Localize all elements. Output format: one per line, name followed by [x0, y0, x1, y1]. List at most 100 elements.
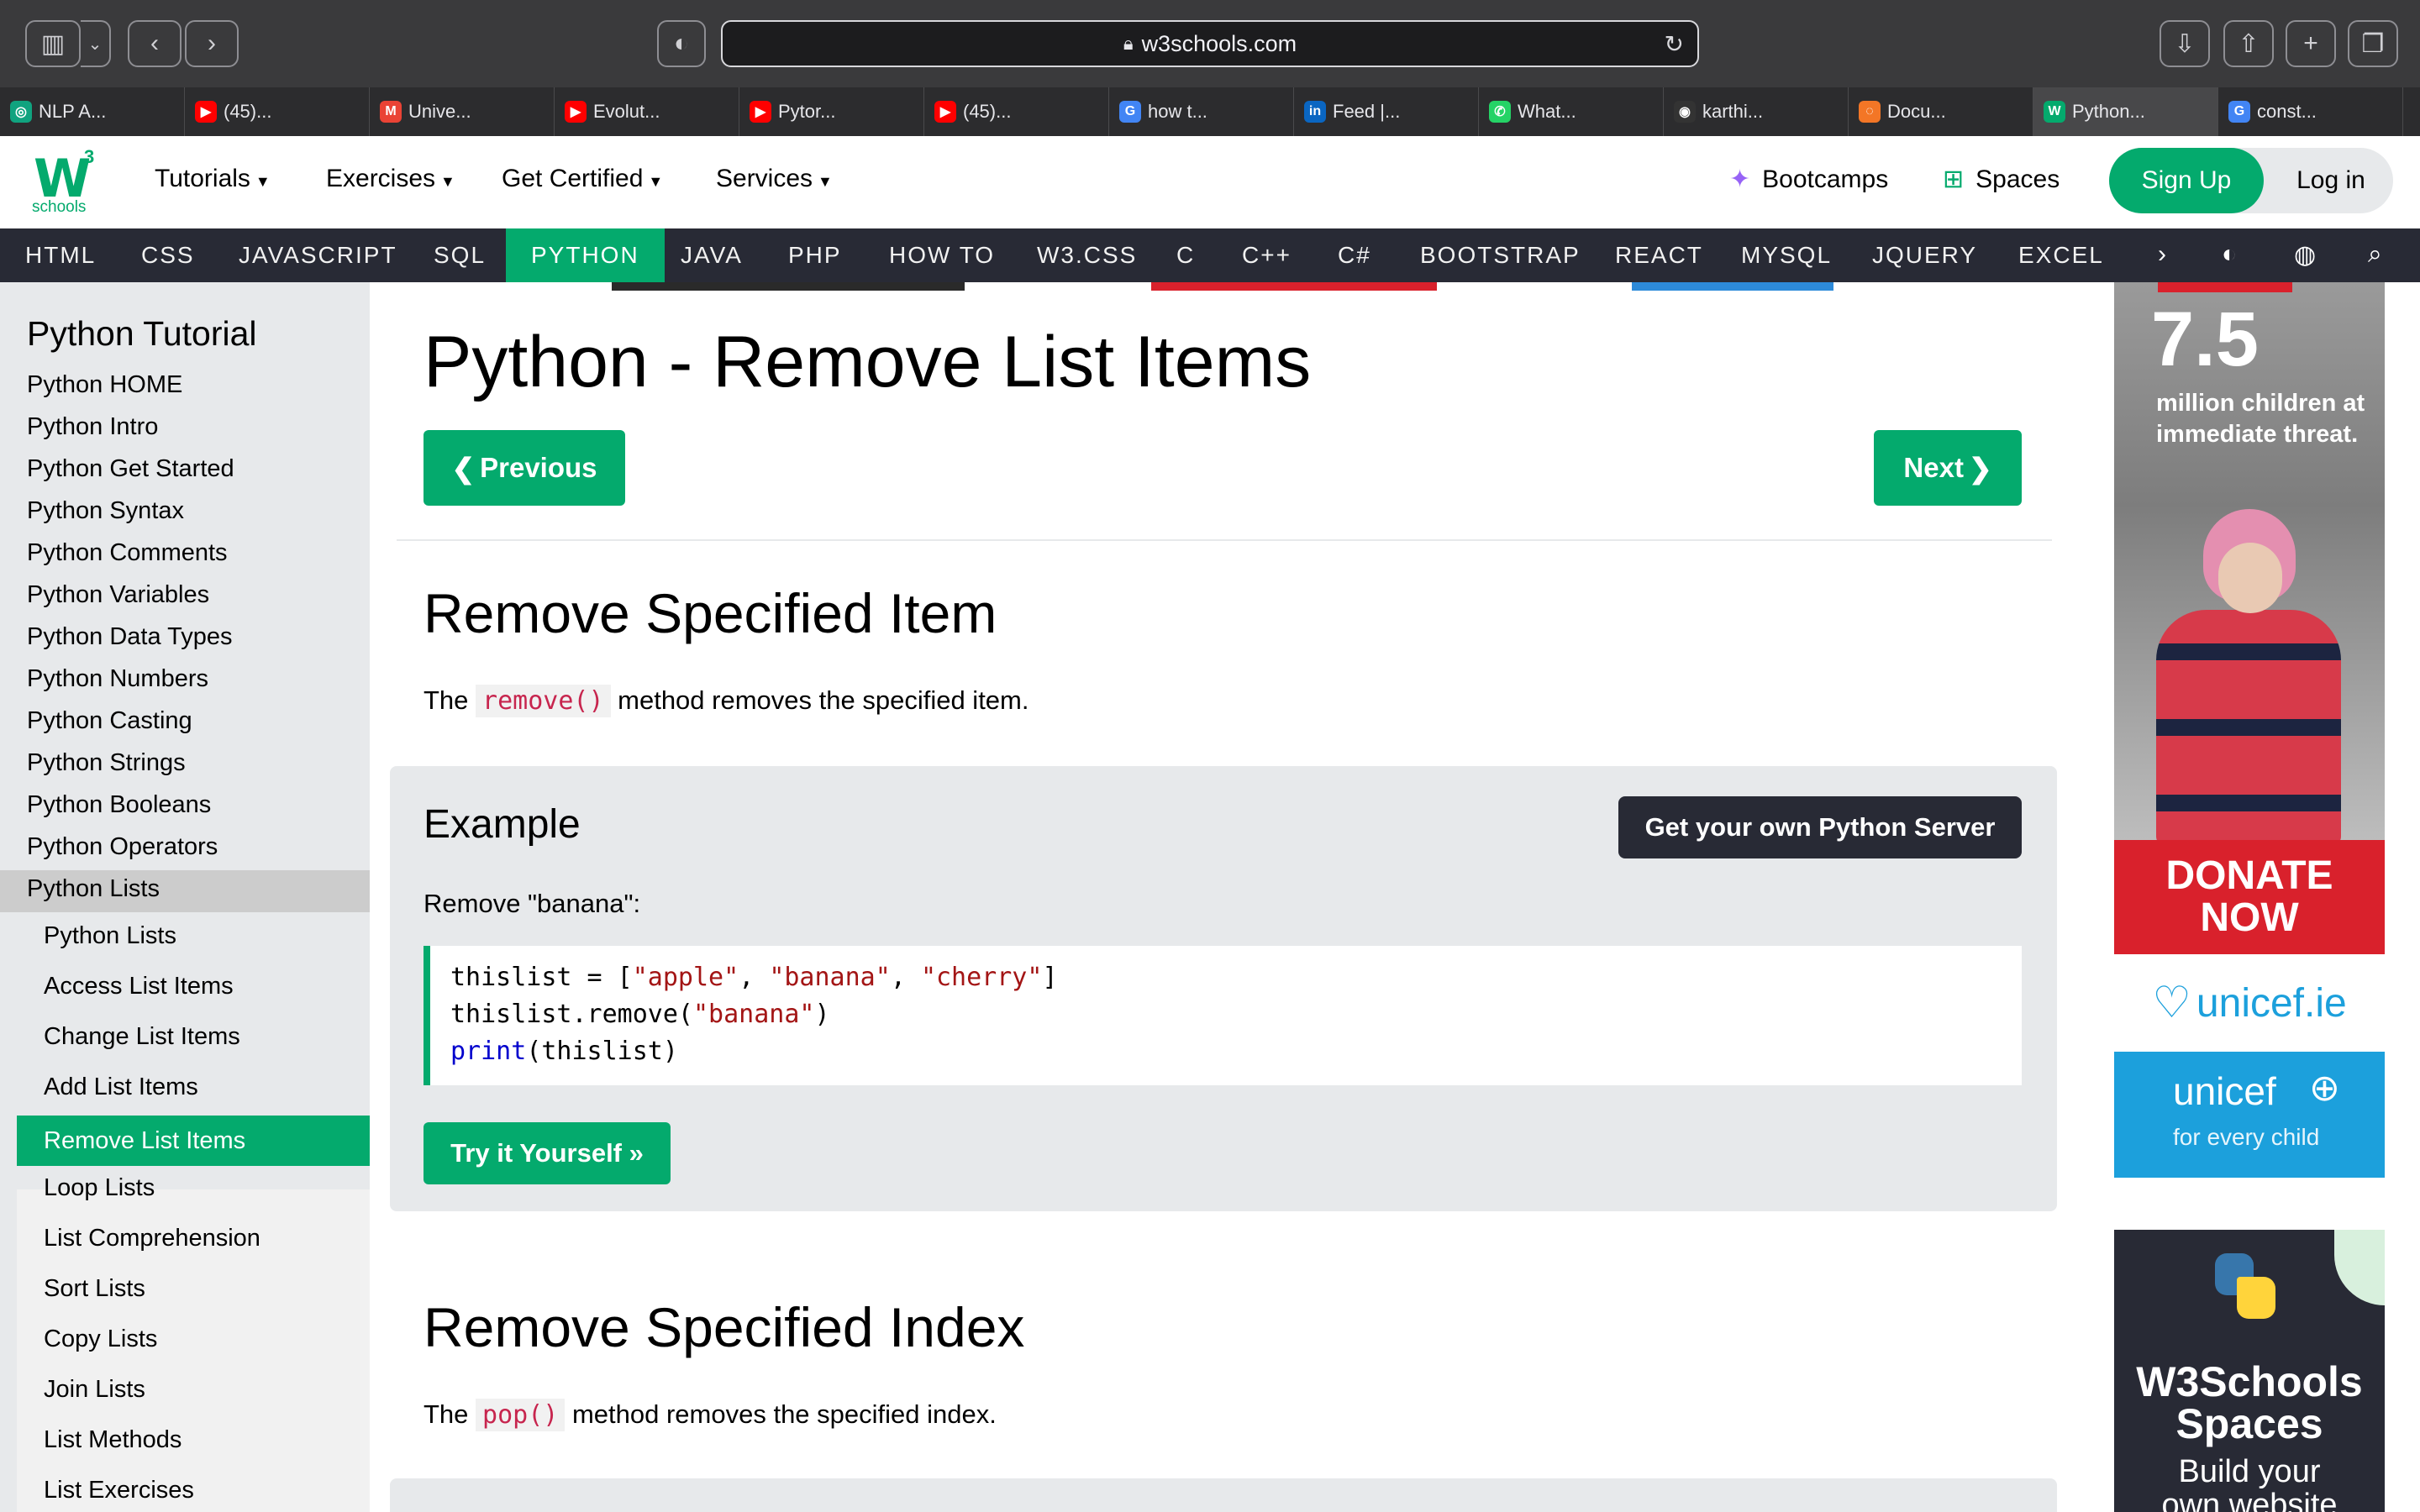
sub-item[interactable]: Copy Lists — [44, 1326, 157, 1353]
nav-exercises[interactable]: Exercises ▼ — [326, 165, 455, 193]
donate-now-button[interactable]: DONATE NOW — [2114, 840, 2385, 954]
unicef-site-banner[interactable]: ♡ unicef.ie — [2114, 954, 2385, 1052]
unicef-brand-banner[interactable]: unicef ⊕ for every child — [2114, 1052, 2385, 1178]
browser-tab[interactable]: W Python... — [2033, 87, 2218, 136]
sidebar-item[interactable]: Python Booleans — [27, 791, 211, 819]
search-icon[interactable]: ⌕ — [2368, 240, 2382, 269]
spaces-ad-subtitle: Build your own website — [2114, 1455, 2385, 1512]
unicef-globe-icon: ⊕ — [2309, 1068, 2340, 1109]
signup-button[interactable]: Sign Up — [2109, 148, 2264, 213]
sidebar-item[interactable]: Python Variables — [27, 581, 209, 609]
address-bar[interactable]: 🔒︎ w3schools.com ↻ — [721, 20, 1699, 67]
topic-bootstrap[interactable]: BOOTSTRAP — [1420, 228, 1581, 282]
browser-tab[interactable]: ◉ karthi... — [1664, 87, 1849, 136]
code-string: "apple" — [632, 963, 739, 992]
youtube-icon: ▶ — [750, 101, 771, 123]
browser-tab[interactable]: ▶ Pytor... — [739, 87, 924, 136]
sidebar-item[interactable]: Python HOME — [27, 371, 182, 399]
browser-tab[interactable]: ▶ (45)... — [924, 87, 1109, 136]
sub-item-active[interactable]: Remove List Items — [17, 1116, 370, 1166]
topic-css[interactable]: CSS — [141, 228, 195, 282]
sidebar-item[interactable]: Python Numbers — [27, 665, 208, 693]
previous-button[interactable]: ❮ Previous — [424, 430, 625, 506]
sidebar-item[interactable]: Python Comments — [27, 539, 228, 567]
sidebar-item[interactable]: Python Data Types — [27, 623, 233, 651]
sidebar-toggle-icon[interactable]: ▥ — [25, 20, 81, 67]
example-box-next — [390, 1478, 2057, 1512]
code-line: thislist.remove("banana") — [450, 996, 2002, 1033]
back-icon[interactable]: ‹ — [128, 20, 182, 67]
topic-java[interactable]: JAVA — [681, 228, 743, 282]
sub-item[interactable]: List Methods — [44, 1426, 182, 1454]
browser-tab[interactable]: in Feed |... — [1294, 87, 1479, 136]
sidebar-item[interactable]: Python Syntax — [27, 497, 184, 525]
browser-tab[interactable]: ✆ What... — [1479, 87, 1664, 136]
sidebar-item[interactable]: Python Lists — [27, 875, 160, 903]
topic-c[interactable]: C — [1176, 228, 1195, 282]
browser-tab[interactable]: Gconst... — [2218, 87, 2403, 136]
get-server-button[interactable]: Get your own Python Server — [1618, 796, 2022, 858]
sub-item[interactable]: List Comprehension — [44, 1225, 260, 1252]
spaces-ad[interactable]: W3Schools Spaces Build your own website — [2114, 1230, 2385, 1512]
text: method removes the specified item. — [610, 685, 1029, 715]
topic-python[interactable]: PYTHON — [506, 228, 665, 282]
sub-item[interactable]: Join Lists — [44, 1376, 145, 1404]
tab-label: how t... — [1148, 101, 1207, 122]
sidebar-item[interactable]: Python Strings — [27, 749, 186, 777]
try-it-yourself-button[interactable]: Try it Yourself » — [424, 1122, 671, 1184]
topic-mysql[interactable]: MYSQL — [1741, 228, 1832, 282]
sidebar-item[interactable]: Python Casting — [27, 707, 192, 735]
topic-jquery[interactable]: JQUERY — [1872, 228, 1977, 282]
nav-get-certified[interactable]: Get Certified ▼ — [502, 165, 663, 193]
share-icon[interactable]: ⇧ — [2223, 20, 2274, 67]
openai-icon: ◎ — [10, 101, 32, 123]
nav-bootcamps[interactable]: ✦ Bootcamps — [1729, 165, 1888, 194]
topic-sql[interactable]: SQL — [434, 228, 486, 282]
topic-c-[interactable]: C++ — [1242, 228, 1292, 282]
sidebar-item[interactable]: Python Intro — [27, 413, 158, 441]
privacy-shield-icon[interactable]: ◐ — [657, 20, 706, 67]
browser-tab[interactable]: ▶ Evolut... — [555, 87, 739, 136]
unicef-ad[interactable]: 7.5 million children at immediate threat… — [2114, 282, 2385, 954]
sub-item[interactable]: Add List Items — [44, 1074, 198, 1101]
sub-item[interactable]: Change List Items — [44, 1023, 240, 1051]
nav-spaces[interactable]: ⊞ Spaces — [1943, 165, 2060, 194]
w3schools-logo[interactable]: W 3 schools — [30, 146, 106, 216]
topic-php[interactable]: PHP — [788, 228, 842, 282]
next-button[interactable]: Next ❯ — [1874, 430, 2022, 506]
browser-tab[interactable]: M Unive... — [370, 87, 555, 136]
download-icon[interactable]: ⇩ — [2160, 20, 2210, 67]
chevron-right-icon[interactable]: › — [2158, 240, 2166, 269]
topic-excel[interactable]: EXCEL — [2018, 228, 2104, 282]
text: method removes the specified index. — [565, 1399, 997, 1429]
globe-icon[interactable]: ◍ — [2294, 240, 2316, 270]
browser-tab[interactable]: ◎ NLP A... — [0, 87, 185, 136]
topic-c-[interactable]: C# — [1338, 228, 1371, 282]
chevron-down-icon[interactable]: ⌄ — [81, 20, 111, 67]
site-header: W 3 schools Tutorials ▼ Exercises ▼ Get Ce… — [0, 136, 2420, 228]
sub-item[interactable]: Python Lists — [44, 922, 176, 950]
topic-react[interactable]: REACT — [1615, 228, 1703, 282]
topic-javascript[interactable]: JAVASCRIPT — [239, 228, 397, 282]
browser-tab[interactable]: Ghow t... — [1109, 87, 1294, 136]
topic-how-to[interactable]: HOW TO — [889, 228, 995, 282]
sub-item[interactable]: List Exercises — [44, 1477, 194, 1504]
sidebar-item[interactable]: Python Get Started — [27, 455, 234, 483]
topic-w3-css[interactable]: W3.CSS — [1037, 228, 1137, 282]
browser-tab[interactable]: ▶ (45)... — [185, 87, 370, 136]
tab-overview-icon[interactable]: ❐ — [2348, 20, 2398, 67]
contrast-icon[interactable]: ◐ — [2222, 240, 2237, 269]
login-button[interactable]: Log in — [2269, 148, 2393, 213]
topic-html[interactable]: HTML — [25, 228, 96, 282]
new-tab-icon[interactable]: + — [2286, 20, 2336, 67]
tab-label: Pytor... — [778, 101, 836, 122]
sidebar-item[interactable]: Python Operators — [27, 833, 218, 861]
sub-item[interactable]: Loop Lists — [44, 1174, 155, 1202]
sub-item[interactable]: Sort Lists — [44, 1275, 145, 1303]
forward-icon[interactable]: › — [185, 20, 239, 67]
browser-tab[interactable]: ◌ Docu... — [1849, 87, 2033, 136]
reload-icon[interactable]: ↻ — [1665, 30, 1684, 58]
sub-item[interactable]: Access List Items — [44, 973, 234, 1000]
nav-services[interactable]: Services ▼ — [716, 165, 833, 193]
nav-tutorials[interactable]: Tutorials ▼ — [155, 165, 271, 193]
